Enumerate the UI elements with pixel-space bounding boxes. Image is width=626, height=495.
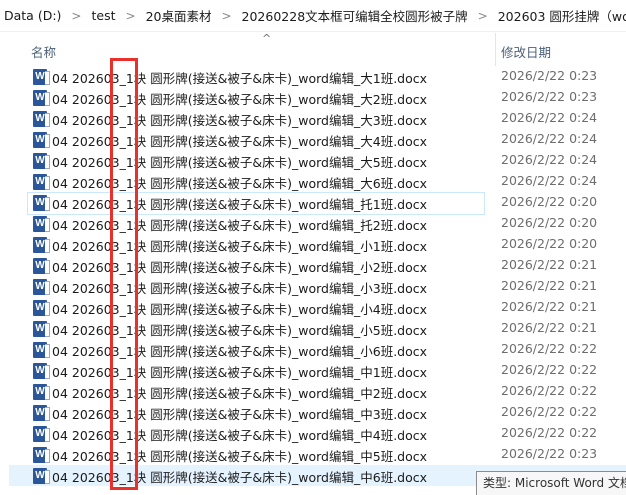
file-name[interactable]: 04 202603_1块 圆形牌(接送&被子&床卡)_word编辑_小4班.do…	[52, 299, 427, 318]
sort-ascending-icon: ^	[262, 32, 272, 45]
file-date-modified: 2026/2/22 0:24	[501, 110, 598, 125]
file-row[interactable]: W 04 202603_1块 圆形牌(接送&被子&床卡)_word编辑_大3班.d…	[9, 108, 626, 129]
word-document-icon: W	[33, 405, 50, 421]
file-row[interactable]: W 04 202603_1块 圆形牌(接送&被子&床卡)_word编辑_小3班.d…	[9, 276, 626, 297]
breadcrumb-item-desktop-assets[interactable]: 20桌面素材	[142, 6, 216, 25]
chevron-right-icon[interactable]: >	[472, 9, 494, 23]
word-document-icon: W	[33, 90, 50, 106]
breadcrumb-item-project-folder[interactable]: 20260228文本框可编辑全校圆形被子牌	[238, 6, 472, 25]
file-row[interactable]: W 04 202603_1块 圆形牌(接送&被子&床卡)_word编辑_中2班.d…	[9, 381, 626, 402]
file-tooltip: 类型: Microsoft Word 文档	[476, 471, 626, 495]
word-document-icon: W	[33, 300, 50, 316]
breadcrumb: Data (D:) > test > 20桌面素材 > 20260228文本框可…	[0, 0, 626, 32]
file-date-modified: 2026/2/22 0:20	[501, 236, 598, 251]
file-row[interactable]: W 04 202603_1块 圆形牌(接送&被子&床卡)_word编辑_小5班.d…	[9, 318, 626, 339]
file-name[interactable]: 04 202603_1块 圆形牌(接送&被子&床卡)_word编辑_中5班.do…	[52, 446, 427, 465]
file-name[interactable]: 04 202603_1块 圆形牌(接送&被子&床卡)_word编辑_小6班.do…	[52, 341, 427, 360]
file-name[interactable]: 04 202603_1块 圆形牌(接送&被子&床卡)_word编辑_中1班.do…	[52, 362, 427, 381]
file-name[interactable]: 04 202603_1块 圆形牌(接送&被子&床卡)_word编辑_小1班.do…	[52, 236, 427, 255]
word-document-icon: W	[33, 342, 50, 358]
word-document-icon: W	[33, 363, 50, 379]
file-date-modified: 2026/2/22 0:24	[501, 152, 598, 167]
file-date-modified: 2026/2/22 0:21	[501, 320, 598, 335]
navigation-pane-edge	[0, 33, 9, 495]
word-document-icon: W	[33, 216, 50, 232]
file-row[interactable]: W 04 202603_1块 圆形牌(接送&被子&床卡)_word编辑_小6班.d…	[9, 339, 626, 360]
word-document-icon: W	[33, 153, 50, 169]
column-header: ^ 名称 修改日期	[9, 32, 626, 66]
file-row[interactable]: W 04 202603_1块 圆形牌(接送&被子&床卡)_word编辑_中1班.d…	[9, 360, 626, 381]
word-document-icon: W	[33, 174, 50, 190]
file-date-modified: 2026/2/22 0:20	[501, 194, 598, 209]
word-document-icon: W	[33, 321, 50, 337]
column-header-date-modified[interactable]: 修改日期	[501, 42, 551, 61]
file-name[interactable]: 04 202603_1块 圆形牌(接送&被子&床卡)_word编辑_小2班.do…	[52, 257, 427, 276]
file-name[interactable]: 04 202603_1块 圆形牌(接送&被子&床卡)_word编辑_托2班.do…	[52, 215, 427, 234]
file-name[interactable]: 04 202603_1块 圆形牌(接送&被子&床卡)_word编辑_小3班.do…	[52, 278, 427, 297]
word-document-icon: W	[33, 384, 50, 400]
file-row[interactable]: W 04 202603_1块 圆形牌(接送&被子&床卡)_word编辑_大1班.d…	[9, 66, 626, 87]
column-header-name[interactable]: 名称	[31, 42, 56, 61]
file-row[interactable]: W 04 202603_1块 圆形牌(接送&被子&床卡)_word编辑_托2班.d…	[9, 213, 626, 234]
word-document-icon: W	[33, 468, 50, 484]
file-date-modified: 2026/2/22 0:24	[501, 173, 598, 188]
file-date-modified: 2026/2/22 0:22	[501, 383, 598, 398]
word-document-icon: W	[33, 195, 50, 211]
file-name[interactable]: 04 202603_1块 圆形牌(接送&被子&床卡)_word编辑_托1班.do…	[52, 194, 427, 213]
file-row[interactable]: W 04 202603_1块 圆形牌(接送&被子&床卡)_word编辑_中4班.d…	[9, 423, 626, 444]
file-name[interactable]: 04 202603_1块 圆形牌(接送&被子&床卡)_word编辑_中2班.do…	[52, 383, 427, 402]
file-date-modified: 2026/2/22 0:22	[501, 425, 598, 440]
tooltip-type-line: 类型: Microsoft Word 文档	[483, 476, 626, 490]
file-date-modified: 2026/2/22 0:20	[501, 215, 598, 230]
file-name[interactable]: 04 202603_1块 圆形牌(接送&被子&床卡)_word编辑_大1班.do…	[52, 68, 427, 87]
breadcrumb-item-drive[interactable]: Data (D:)	[0, 8, 65, 23]
file-date-modified: 2026/2/22 0:21	[501, 278, 598, 293]
file-row[interactable]: W 04 202603_1块 圆形牌(接送&被子&床卡)_word编辑_中5班.d…	[9, 444, 626, 465]
file-row[interactable]: W 04 202603_1块 圆形牌(接送&被子&床卡)_word编辑_大5班.d…	[9, 150, 626, 171]
file-date-modified: 2026/2/22 0:22	[501, 362, 598, 377]
word-document-icon: W	[33, 111, 50, 127]
file-name[interactable]: 04 202603_1块 圆形牌(接送&被子&床卡)_word编辑_大5班.do…	[52, 152, 427, 171]
file-list: W 04 202603_1块 圆形牌(接送&被子&床卡)_word编辑_大1班.d…	[9, 66, 626, 486]
file-date-modified: 2026/2/22 0:23	[501, 89, 598, 104]
file-row[interactable]: W 04 202603_1块 圆形牌(接送&被子&床卡)_word编辑_托1班.d…	[9, 192, 626, 215]
file-row[interactable]: W 04 202603_1块 圆形牌(接送&被子&床卡)_word编辑_中3班.d…	[9, 402, 626, 423]
word-document-icon: W	[33, 258, 50, 274]
file-date-modified: 2026/2/22 0:23	[501, 68, 598, 83]
file-date-modified: 2026/2/22 0:21	[501, 299, 598, 314]
file-row[interactable]: W 04 202603_1块 圆形牌(接送&被子&床卡)_word编辑_小4班.d…	[9, 297, 626, 318]
file-name[interactable]: 04 202603_1块 圆形牌(接送&被子&床卡)_word编辑_大2班.do…	[52, 89, 427, 108]
file-row[interactable]: W 04 202603_1块 圆形牌(接送&被子&床卡)_word编辑_小1班.d…	[9, 234, 626, 255]
chevron-right-icon[interactable]: >	[65, 9, 87, 23]
file-row[interactable]: W 04 202603_1块 圆形牌(接送&被子&床卡)_word编辑_大6班.d…	[9, 171, 626, 192]
file-date-modified: 2026/2/22 0:21	[501, 257, 598, 272]
file-date-modified: 2026/2/22 0:22	[501, 404, 598, 419]
word-document-icon: W	[33, 426, 50, 442]
file-name[interactable]: 04 202603_1块 圆形牌(接送&被子&床卡)_word编辑_大3班.do…	[52, 110, 427, 129]
file-name[interactable]: 04 202603_1块 圆形牌(接送&被子&床卡)_word编辑_中6班.do…	[52, 467, 427, 486]
word-document-icon: W	[33, 69, 50, 85]
word-document-icon: W	[33, 237, 50, 253]
file-row[interactable]: W 04 202603_1块 圆形牌(接送&被子&床卡)_word编辑_大2班.d…	[9, 87, 626, 108]
file-name[interactable]: 04 202603_1块 圆形牌(接送&被子&床卡)_word编辑_大4班.do…	[52, 131, 427, 150]
file-name[interactable]: 04 202603_1块 圆形牌(接送&被子&床卡)_word编辑_中3班.do…	[52, 404, 427, 423]
word-document-icon: W	[33, 447, 50, 463]
column-divider[interactable]	[495, 33, 496, 66]
file-date-modified: 2026/2/22 0:22	[501, 341, 598, 356]
word-document-icon: W	[33, 279, 50, 295]
file-name[interactable]: 04 202603_1块 圆形牌(接送&被子&床卡)_word编辑_大6班.do…	[52, 173, 427, 192]
breadcrumb-item-test[interactable]: test	[87, 8, 119, 23]
file-name[interactable]: 04 202603_1块 圆形牌(接送&被子&床卡)_word编辑_中4班.do…	[52, 425, 427, 444]
breadcrumb-item-current-folder[interactable]: 202603 圆形挂牌（word编辑）	[494, 6, 626, 25]
file-date-modified: 2026/2/22 0:24	[501, 131, 598, 146]
word-document-icon: W	[33, 132, 50, 148]
file-row[interactable]: W 04 202603_1块 圆形牌(接送&被子&床卡)_word编辑_大4班.d…	[9, 129, 626, 150]
file-row[interactable]: W 04 202603_1块 圆形牌(接送&被子&床卡)_word编辑_小2班.d…	[9, 255, 626, 276]
file-date-modified: 2026/2/22 0:23	[501, 446, 598, 461]
file-name[interactable]: 04 202603_1块 圆形牌(接送&被子&床卡)_word编辑_小5班.do…	[52, 320, 427, 339]
chevron-right-icon[interactable]: >	[215, 9, 237, 23]
chevron-right-icon[interactable]: >	[120, 9, 142, 23]
